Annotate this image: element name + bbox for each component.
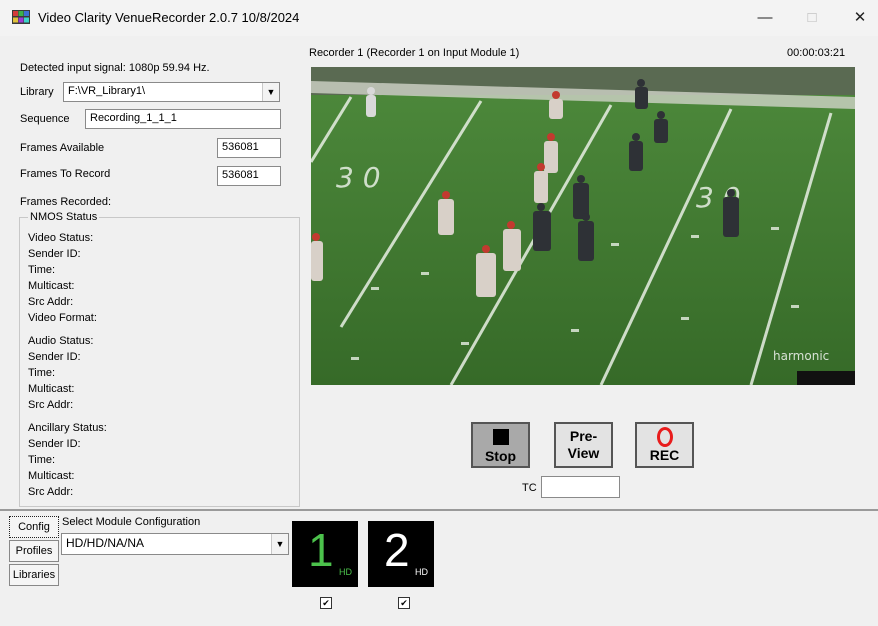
ancillary-src-addr-label: Src Addr: [28, 486, 74, 498]
video-format-label: Video Format: [28, 312, 97, 324]
library-value: F:\VR_Library1\ [68, 85, 146, 97]
record-label: REC [649, 447, 680, 463]
video-time-label: Time: [28, 264, 56, 276]
nmos-status-title: NMOS Status [28, 211, 100, 223]
module-config-value: HD/HD/NA/NA [66, 536, 145, 550]
chevron-down-icon[interactable]: ▼ [271, 534, 288, 554]
football-field-image: 3 0 3 0 harmonic [311, 67, 855, 385]
audio-multicast-label: Multicast: [28, 383, 75, 395]
tc-input[interactable] [541, 476, 620, 498]
frames-available-field: 536081 [217, 138, 281, 158]
module-1-number: 1 [308, 524, 334, 576]
frames-available-value: 536081 [222, 141, 259, 153]
stop-label: Stop [484, 448, 517, 464]
sequence-input[interactable]: Recording_1_1_1 [85, 109, 281, 129]
frames-recorded-label: Frames Recorded: [20, 196, 112, 208]
stop-button[interactable]: Stop [471, 422, 530, 468]
audio-src-addr-label: Src Addr: [28, 399, 74, 411]
field-number-left: 3 0 [336, 161, 381, 194]
select-module-label: Select Module Configuration [62, 516, 201, 528]
module-1-checkbox[interactable]: ✔ [320, 597, 332, 609]
tc-label: TC [522, 482, 537, 494]
module-2-number: 2 [384, 524, 410, 576]
preview-label-line2: View [567, 445, 600, 461]
record-button[interactable]: REC [635, 422, 694, 468]
library-label: Library [20, 86, 54, 98]
ancillary-sender-id-label: Sender ID: [28, 438, 81, 450]
timecode-display: 00:00:03:21 [787, 47, 846, 59]
libraries-tab[interactable]: Libraries [9, 564, 59, 586]
window-title: Video Clarity VenueRecorder 2.0.7 10/8/2… [38, 10, 300, 25]
chevron-down-icon[interactable]: ▼ [262, 83, 279, 101]
recorder-label: Recorder 1 (Recorder 1 on Input Module 1… [309, 47, 520, 59]
preview-label-line1: Pre- [569, 428, 598, 444]
frames-to-record-input[interactable]: 536081 [217, 166, 281, 186]
module-config-dropdown[interactable]: HD/HD/NA/NA ▼ [61, 533, 289, 555]
module-2-checkbox[interactable]: ✔ [398, 597, 410, 609]
record-icon [656, 427, 673, 447]
audio-status-label: Audio Status: [28, 335, 94, 347]
frames-to-record-label: Frames To Record [20, 168, 111, 180]
minimize-button[interactable]: — [747, 4, 783, 32]
detected-signal-text: Detected input signal: 1080p 59.94 Hz. [20, 62, 210, 74]
sequence-value: Recording_1_1_1 [90, 112, 177, 124]
maximize-button[interactable]: □ [794, 4, 830, 32]
ancillary-time-label: Time: [28, 454, 56, 466]
module-1-sub: HD [339, 567, 352, 577]
frames-available-label: Frames Available [20, 142, 105, 154]
frames-to-record-value: 536081 [222, 169, 259, 181]
audio-time-label: Time: [28, 367, 56, 379]
preview-button[interactable]: Pre- View [554, 422, 613, 468]
sequence-label: Sequence [20, 113, 70, 125]
module-2-sub: HD [415, 567, 428, 577]
bottom-divider [0, 509, 878, 511]
title-bar: Video Clarity VenueRecorder 2.0.7 10/8/2… [0, 0, 878, 36]
profiles-tab-label: Profiles [15, 545, 53, 557]
profiles-tab[interactable]: Profiles [9, 540, 59, 562]
video-src-addr-label: Src Addr: [28, 296, 74, 308]
stop-icon [492, 429, 509, 445]
module-tile-2[interactable]: 2 HD [368, 521, 434, 587]
config-tab-label: Config [18, 521, 50, 533]
video-preview: 3 0 3 0 harmonic [311, 67, 855, 385]
libraries-tab-label: Libraries [12, 569, 56, 581]
video-multicast-label: Multicast: [28, 280, 75, 292]
harmonic-watermark: harmonic [773, 349, 829, 363]
ancillary-multicast-label: Multicast: [28, 470, 75, 482]
audio-sender-id-label: Sender ID: [28, 351, 81, 363]
module-tile-1[interactable]: 1 HD [292, 521, 358, 587]
app-icon [12, 10, 30, 24]
ancillary-status-label: Ancillary Status: [28, 422, 107, 434]
video-sender-id-label: Sender ID: [28, 248, 81, 260]
video-status-label: Video Status: [28, 232, 94, 244]
library-dropdown[interactable]: F:\VR_Library1\ ▼ [63, 82, 280, 102]
config-tab[interactable]: Config [9, 516, 59, 538]
close-button[interactable]: ✕ [842, 4, 878, 32]
